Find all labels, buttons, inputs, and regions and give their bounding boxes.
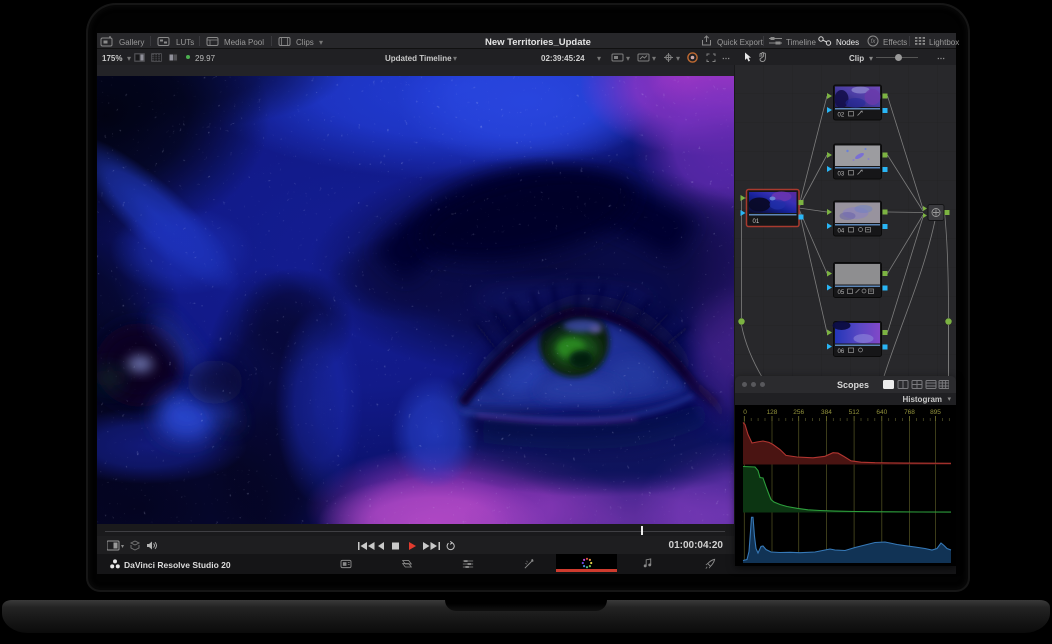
svg-text:03: 03: [838, 172, 845, 178]
svg-text:fx: fx: [871, 39, 877, 45]
svg-text:04: 04: [838, 229, 845, 235]
svg-text:128: 128: [767, 409, 778, 416]
svg-text:▾: ▾: [121, 544, 124, 550]
svg-text:768: 768: [904, 409, 915, 416]
svg-text:256: 256: [793, 409, 804, 416]
svg-text:384: 384: [821, 409, 832, 416]
svg-text:640: 640: [876, 409, 887, 416]
svg-text:06: 06: [838, 349, 845, 355]
svg-text:895: 895: [930, 409, 941, 416]
svg-text:05: 05: [838, 290, 845, 296]
svg-text:0: 0: [743, 409, 747, 416]
svg-text:02: 02: [838, 113, 845, 119]
svg-text:01: 01: [753, 219, 760, 225]
svg-text:512: 512: [849, 409, 860, 416]
